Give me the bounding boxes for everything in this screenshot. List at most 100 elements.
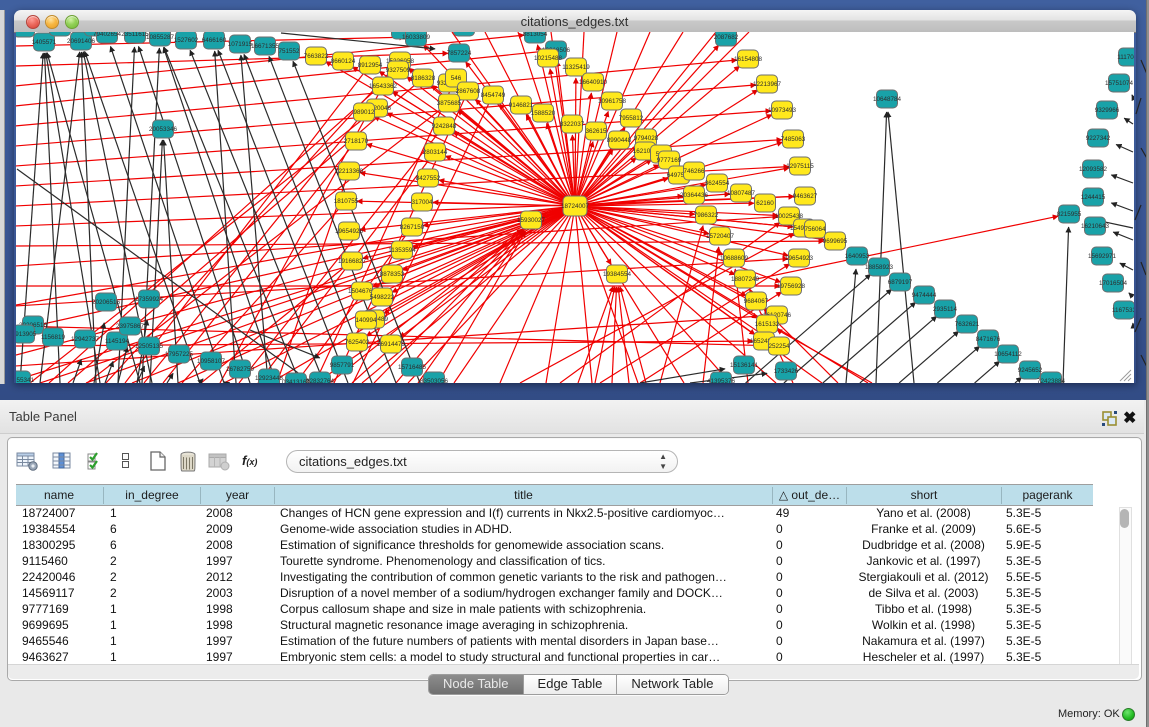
svg-text:1810755: 1810755: [334, 198, 359, 205]
svg-text:9794028: 9794028: [634, 135, 659, 142]
svg-text:18858923: 18858923: [865, 264, 894, 271]
svg-text:16914479: 16914479: [377, 341, 406, 348]
svg-text:2718170: 2718170: [344, 138, 369, 145]
svg-text:8454749: 8454749: [481, 92, 506, 99]
svg-text:11353594: 11353594: [388, 247, 416, 254]
svg-text:19384554: 19384554: [603, 271, 632, 278]
svg-text:12093582: 12093582: [1079, 166, 1108, 173]
svg-text:10958107: 10958107: [197, 358, 226, 365]
svg-text:9463627: 9463627: [793, 193, 818, 200]
svg-text:19654925: 19654925: [335, 228, 364, 235]
svg-text:16154808: 16154808: [734, 56, 763, 63]
svg-text:16671355: 16671355: [251, 43, 280, 50]
svg-text:1405571: 1405571: [32, 39, 57, 46]
svg-text:1145194: 1145194: [105, 338, 130, 345]
svg-text:19756928: 19756928: [777, 283, 806, 290]
svg-text:6879197: 6879197: [888, 279, 913, 286]
svg-text:6466160: 6466160: [202, 37, 227, 44]
svg-text:9329966: 9329966: [1095, 107, 1120, 114]
svg-text:83503056: 83503056: [420, 378, 449, 383]
svg-text:12975115: 12975115: [786, 163, 814, 170]
svg-text:23975867: 23975867: [116, 323, 145, 330]
svg-text:15692971: 15692971: [1088, 253, 1117, 260]
svg-text:1640953: 1640953: [845, 253, 870, 260]
svg-text:18724007: 18724007: [561, 203, 590, 210]
svg-text:18807249: 18807249: [731, 276, 760, 283]
svg-text:7857224: 7857224: [447, 50, 472, 57]
svg-text:19654923: 19654923: [785, 255, 814, 262]
svg-text:20206516: 20206516: [92, 299, 121, 306]
svg-text:92832764: 92832764: [306, 378, 335, 383]
svg-text:9699695: 9699695: [823, 238, 848, 245]
svg-text:8186328: 8186328: [411, 75, 436, 82]
svg-text:10688609: 10688609: [720, 255, 749, 262]
svg-text:15136141: 15136141: [730, 362, 759, 369]
svg-text:8813054: 8813054: [523, 32, 548, 38]
svg-text:16782759: 16782759: [226, 366, 255, 373]
svg-text:362615: 362615: [585, 128, 607, 135]
svg-text:75255341: 75255341: [16, 377, 34, 383]
svg-text:2867608: 2867608: [456, 88, 481, 95]
svg-text:12923448: 12923448: [255, 375, 284, 382]
svg-text:10215488: 10215488: [534, 55, 563, 62]
svg-text:20364436: 20364436: [680, 192, 709, 199]
svg-text:989012: 989012: [353, 109, 375, 116]
svg-text:72423884: 72423884: [1037, 378, 1066, 383]
svg-text:756064: 756064: [804, 226, 826, 233]
svg-text:3913905: 3913905: [16, 331, 37, 338]
svg-text:9242848: 9242848: [432, 123, 457, 130]
svg-text:15751074: 15751074: [1105, 80, 1134, 87]
svg-text:8427552: 8427552: [416, 175, 441, 182]
svg-text:9227342: 9227342: [1086, 135, 1111, 142]
svg-text:2803144: 2803144: [423, 149, 448, 156]
svg-text:12505135: 12505135: [135, 343, 164, 350]
svg-text:20691406: 20691406: [67, 38, 96, 45]
svg-text:9327509: 9327509: [386, 67, 411, 74]
svg-text:9857791: 9857791: [330, 362, 355, 369]
svg-text:7986322: 7986322: [694, 212, 719, 219]
svg-text:746266: 746266: [683, 168, 705, 175]
svg-text:12213967: 12213967: [753, 81, 782, 88]
svg-text:1733426: 1733426: [774, 368, 799, 375]
svg-text:9245652: 9245652: [1018, 367, 1043, 374]
svg-text:16033809: 16033809: [402, 34, 431, 41]
svg-text:17359924: 17359924: [135, 296, 164, 303]
svg-text:8267150: 8267150: [400, 224, 425, 231]
svg-text:16640910: 16640910: [579, 79, 608, 86]
svg-text:8215955: 8215955: [1057, 211, 1082, 218]
svg-text:2935114: 2935114: [933, 306, 958, 313]
svg-text:751552: 751552: [278, 48, 300, 55]
svg-text:7955812: 7955812: [619, 115, 644, 122]
svg-text:12942737: 12942737: [71, 336, 100, 343]
svg-text:8322037: 8322037: [560, 121, 585, 128]
svg-text:1117042: 1117042: [1117, 54, 1134, 61]
svg-text:10648784: 10648784: [873, 96, 902, 103]
svg-text:20053346: 20053346: [149, 126, 178, 133]
svg-text:317004: 317004: [411, 199, 433, 206]
svg-text:1156819: 1156819: [41, 334, 66, 341]
svg-text:140994: 140994: [355, 317, 377, 324]
svg-text:1167533: 1167533: [1112, 307, 1134, 314]
svg-text:1527602: 1527602: [174, 37, 199, 44]
svg-text:79402654: 79402654: [93, 32, 122, 38]
svg-text:252254: 252254: [768, 343, 790, 350]
svg-text:19166827: 19166827: [338, 258, 367, 265]
svg-text:9146821: 9146821: [509, 102, 534, 109]
svg-text:3624554: 3624554: [705, 180, 730, 187]
svg-text:8471676: 8471676: [976, 336, 1001, 343]
svg-text:7632621: 7632621: [955, 321, 980, 328]
svg-text:10961758: 10961758: [598, 98, 627, 105]
svg-text:9777169: 9777169: [657, 157, 682, 164]
svg-text:11325419: 11325419: [562, 64, 590, 71]
svg-text:12213369: 12213369: [335, 168, 364, 175]
svg-text:8660124: 8660124: [331, 58, 356, 65]
svg-text:16210643: 16210643: [1081, 223, 1110, 230]
svg-text:1244415: 1244415: [1081, 194, 1106, 201]
svg-text:1071915: 1071915: [228, 41, 253, 48]
svg-text:5498222: 5498222: [370, 294, 395, 301]
svg-text:10855287: 10855287: [146, 34, 175, 41]
svg-text:10973493: 10973493: [768, 107, 797, 114]
svg-text:9474444: 9474444: [912, 292, 937, 299]
svg-text:10807487: 10807487: [727, 190, 756, 197]
svg-text:7485063: 7485063: [781, 136, 806, 143]
